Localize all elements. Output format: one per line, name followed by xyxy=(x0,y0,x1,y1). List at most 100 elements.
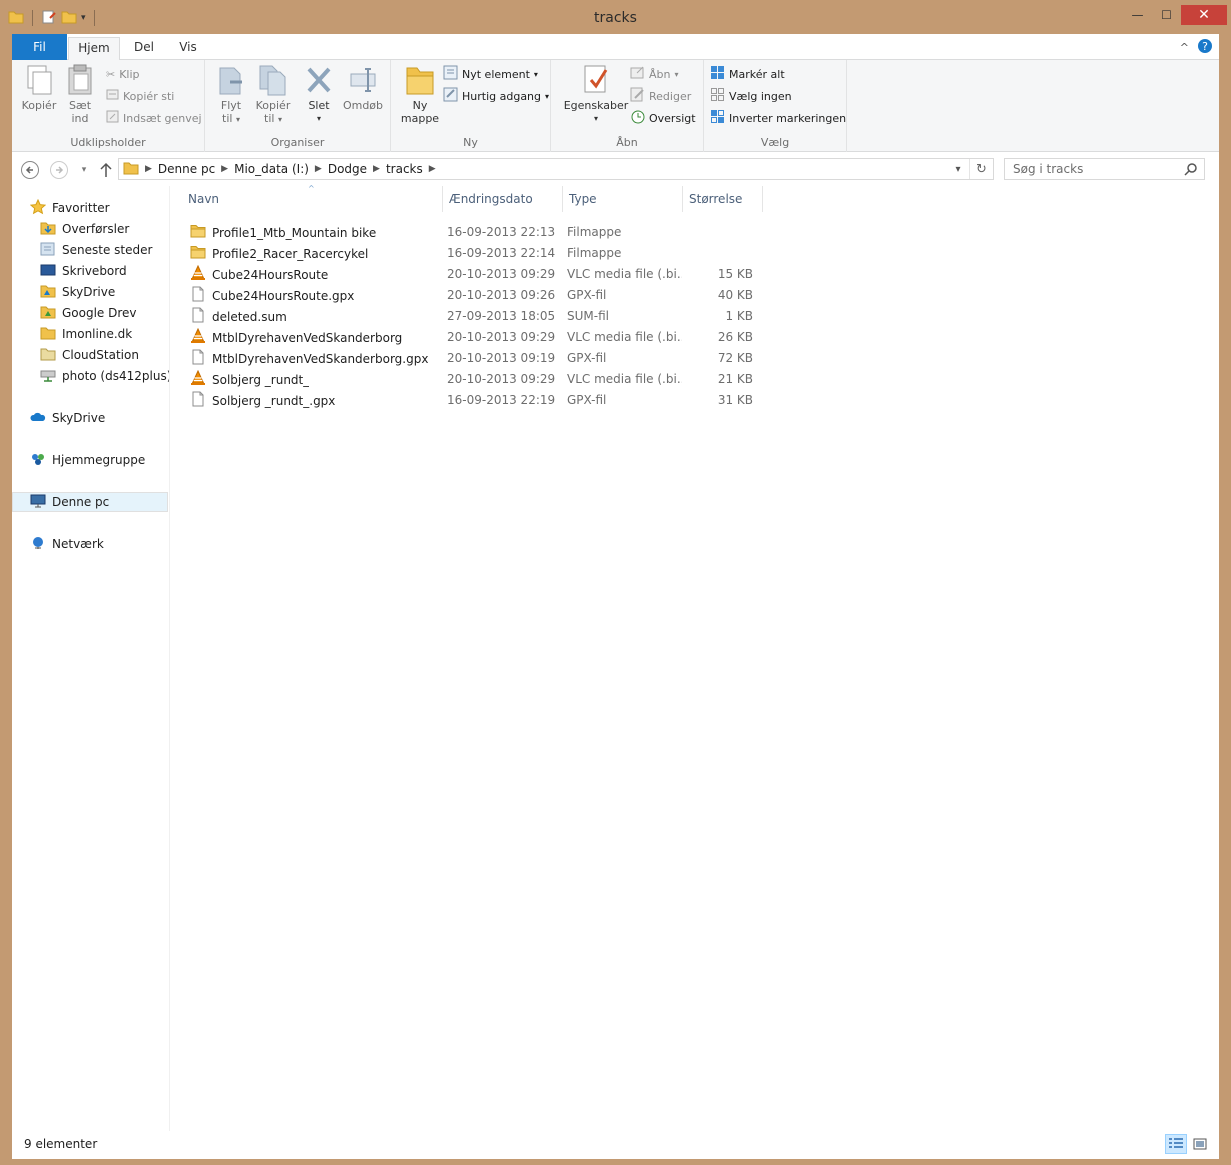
nav-item-network-drive[interactable]: photo (ds412plus) (U xyxy=(40,366,169,386)
copy-to-button[interactable]: Kopiér til ▾ xyxy=(251,64,295,126)
nav-item-downloads[interactable]: Overførsler xyxy=(40,219,129,239)
select-all-button[interactable]: Markér alt xyxy=(710,64,785,84)
file-list: ^ Navn Ændringsdato Type Størrelse Profi… xyxy=(172,184,1219,1131)
copy-icon xyxy=(23,64,55,96)
tab-del[interactable]: Del xyxy=(124,37,164,60)
nav-favorites[interactable]: Favoritter xyxy=(29,198,110,218)
file-row[interactable]: MtblDyrehavenVedSkanderborg.gpx 20-10-201… xyxy=(186,348,766,369)
breadcrumb-item[interactable]: Mio_data (I:) xyxy=(228,162,315,176)
file-date: 20-10-2013 09:26 xyxy=(447,288,556,302)
nav-item-recent[interactable]: Seneste steder xyxy=(40,240,152,260)
nav-item-cloudstation[interactable]: CloudStation xyxy=(40,345,139,365)
paste-button[interactable]: Sæt ind xyxy=(58,64,102,125)
address-dropdown-icon[interactable]: ▾ xyxy=(950,159,966,179)
file-size: 26 KB xyxy=(717,330,753,344)
file-row[interactable]: Cube24HoursRoute.gpx 20-10-2013 09:26 GPX-… xyxy=(186,285,766,306)
window-controls: — ☐ ✕ xyxy=(1123,5,1227,25)
group-open: Egenskaber ▾ Åbn ▾ Rediger Oversigt Åbn xyxy=(551,60,704,152)
chevron-up-icon[interactable]: ^ xyxy=(1180,41,1189,54)
rename-button[interactable]: Omdøb xyxy=(339,64,387,112)
details-view-button[interactable] xyxy=(1165,1134,1187,1154)
column-header-name[interactable]: ^ Navn xyxy=(172,184,443,212)
chevron-down-icon: ▾ xyxy=(235,115,240,124)
recent-locations-button[interactable]: ▾ xyxy=(74,160,94,180)
breadcrumb-chevron-icon[interactable]: ▶ xyxy=(145,164,152,174)
nav-this-pc-label: Denne pc xyxy=(52,495,110,509)
file-row[interactable]: Solbjerg _rundt_ 20-10-2013 09:29 VLC medi… xyxy=(186,369,766,390)
file-row[interactable]: deleted.sum 27-09-2013 18:05 SUM-fil 1 KB xyxy=(186,306,766,327)
up-button[interactable] xyxy=(96,160,116,180)
edit-button[interactable]: Rediger xyxy=(630,86,691,106)
breadcrumb-chevron-icon[interactable]: ▶ xyxy=(221,164,228,174)
breadcrumb-item[interactable]: tracks xyxy=(380,162,429,176)
history-button[interactable]: Oversigt xyxy=(630,108,696,128)
delete-button[interactable]: Slet ▾ xyxy=(301,64,337,125)
nav-item-desktop[interactable]: Skrivebord xyxy=(40,261,127,281)
google-drive-folder-icon xyxy=(40,304,56,323)
file-name: MtblDyrehavenVedSkanderborg.gpx xyxy=(212,351,429,366)
breadcrumb-chevron-icon[interactable]: ▶ xyxy=(315,164,322,174)
nav-network[interactable]: Netværk xyxy=(30,534,104,554)
breadcrumb-chevron-icon[interactable]: ▶ xyxy=(429,164,436,174)
column-header-size[interactable]: Størrelse xyxy=(683,186,763,212)
copy-button[interactable]: Kopiér xyxy=(17,64,61,112)
close-button[interactable]: ✕ xyxy=(1181,5,1227,25)
forward-button[interactable] xyxy=(49,160,69,180)
column-header-size-label: Størrelse xyxy=(689,192,743,206)
address-bar[interactable]: ▶ Denne pc ▶ Mio_data (I:) ▶ Dodge ▶ tra… xyxy=(118,158,994,180)
nav-this-pc[interactable]: Denne pc xyxy=(12,492,168,512)
file-row[interactable]: Solbjerg _rundt_.gpx 16-09-2013 22:19 GPX-… xyxy=(186,390,766,411)
file-name-cell: Solbjerg _rundt_ xyxy=(190,370,309,389)
breadcrumb-item[interactable]: Dodge xyxy=(322,162,373,176)
nav-item-google-drive[interactable]: Google Drev xyxy=(40,303,137,323)
nav-item-imonline[interactable]: Imonline.dk xyxy=(40,324,132,344)
back-button[interactable] xyxy=(20,160,40,180)
chevron-down-icon: ▾ xyxy=(674,69,679,79)
folder-icon xyxy=(123,160,139,179)
tab-vis[interactable]: Vis xyxy=(168,37,208,60)
search-icon[interactable] xyxy=(1184,162,1198,179)
minimize-button[interactable]: — xyxy=(1123,5,1152,25)
tab-hjem[interactable]: Hjem xyxy=(68,37,120,61)
file-name: Profile1_Mtb_Mountain bike xyxy=(212,225,377,240)
file-type: VLC media file (.bi... xyxy=(567,267,682,281)
title-bar[interactable]: ▾ tracks — ☐ ✕ xyxy=(0,0,1231,34)
column-header-date[interactable]: Ændringsdato xyxy=(443,186,563,212)
file-name: deleted.sum xyxy=(212,309,287,324)
file-row[interactable]: Profile1_Mtb_Mountain bike 16-09-2013 22:… xyxy=(186,222,766,243)
paste-shortcut-icon xyxy=(106,110,119,126)
nav-skydrive[interactable]: SkyDrive xyxy=(30,408,105,428)
recent-places-icon xyxy=(40,241,56,260)
select-none-button[interactable]: Vælg ingen xyxy=(710,86,792,106)
column-header-type[interactable]: Type xyxy=(563,186,683,212)
file-row[interactable]: Profile2_Racer_Racercykel 16-09-2013 22:1… xyxy=(186,243,766,264)
nav-item-label: Google Drev xyxy=(62,306,137,320)
open-button[interactable]: Åbn ▾ xyxy=(630,64,679,84)
window-title: tracks xyxy=(594,10,637,26)
refresh-icon[interactable]: ↻ xyxy=(969,159,993,179)
easy-access-button[interactable]: Hurtig adgang ▾ xyxy=(443,86,549,106)
tab-fil[interactable]: Fil xyxy=(12,34,67,60)
breadcrumb-item[interactable]: Denne pc xyxy=(152,162,221,176)
paste-shortcut-button[interactable]: Indsæt genvej xyxy=(106,108,202,128)
search-input[interactable]: Søg i tracks xyxy=(1004,158,1205,180)
new-item-button[interactable]: Nyt element ▾ xyxy=(443,64,538,84)
properties-button[interactable]: Egenskaber ▾ xyxy=(561,64,631,125)
nav-item-skydrive-fav[interactable]: SkyDrive xyxy=(40,282,115,302)
help-icon[interactable]: ? xyxy=(1197,38,1213,57)
copy-path-button[interactable]: Kopiér sti xyxy=(106,86,174,106)
cut-label: Klip xyxy=(119,67,140,81)
new-folder-button[interactable]: Ny mappe xyxy=(398,64,442,125)
large-icons-view-button[interactable] xyxy=(1189,1134,1211,1154)
maximize-button[interactable]: ☐ xyxy=(1152,5,1181,25)
file-size: 31 KB xyxy=(717,393,753,407)
delete-label: Slet xyxy=(308,99,330,112)
cut-button[interactable]: ✂ Klip xyxy=(106,64,140,84)
move-to-button[interactable]: Flyt til ▾ xyxy=(209,64,253,126)
nav-homegroup[interactable]: Hjemmegruppe xyxy=(30,450,145,470)
file-row[interactable]: MtblDyrehavenVedSkanderborg 20-10-2013 09… xyxy=(186,327,766,348)
breadcrumb-chevron-icon[interactable]: ▶ xyxy=(373,164,380,174)
large-icons-view-icon xyxy=(1193,1138,1207,1150)
file-row[interactable]: Cube24HoursRoute 20-10-2013 09:29 VLC medi… xyxy=(186,264,766,285)
invert-selection-button[interactable]: Inverter markeringen xyxy=(710,108,846,128)
